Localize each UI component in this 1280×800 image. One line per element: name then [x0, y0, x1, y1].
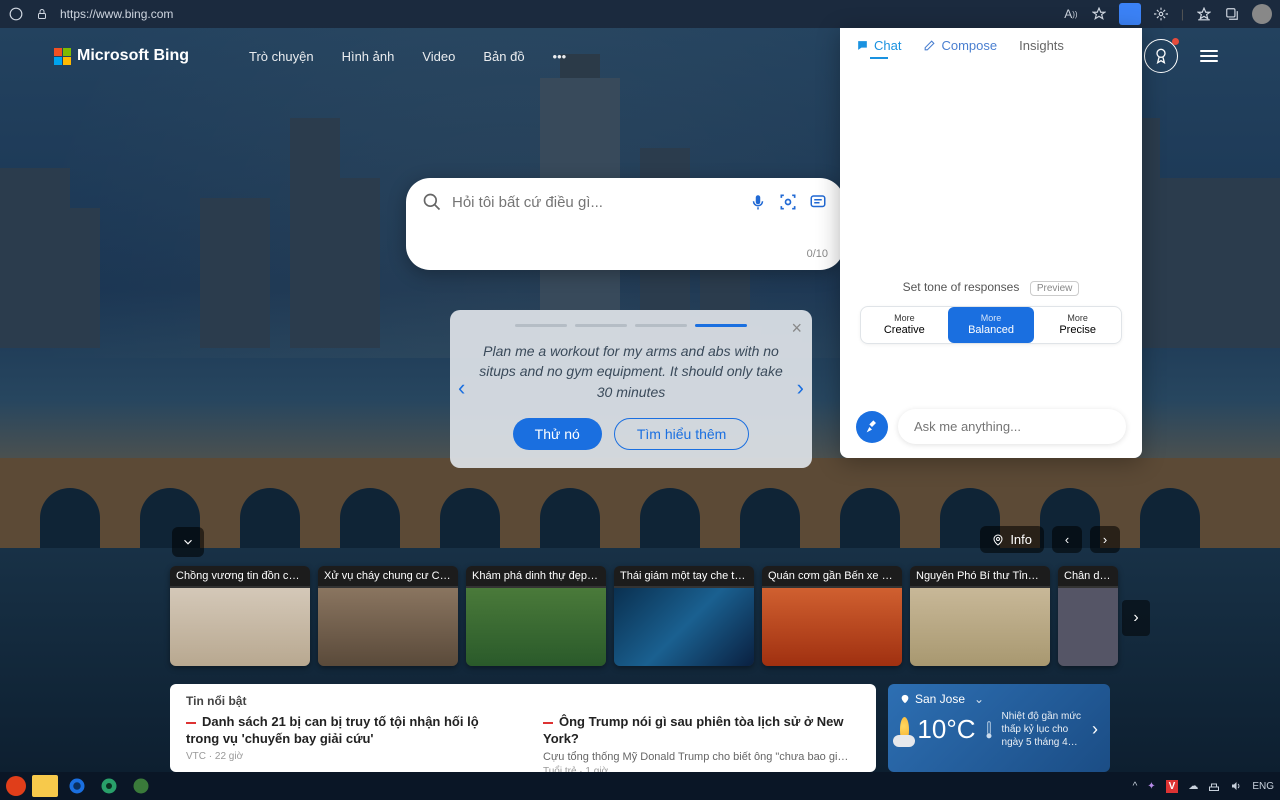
- taskbar-app[interactable]: [32, 775, 58, 797]
- tone-precise[interactable]: MorePrecise: [1034, 307, 1121, 343]
- info-prev-icon[interactable]: ‹: [1052, 526, 1082, 553]
- hamburger-menu[interactable]: [1192, 39, 1226, 73]
- headline-item[interactable]: Danh sách 21 bị can bị truy tố tội nhận …: [186, 714, 503, 777]
- carousel-card[interactable]: Thái giám một tay che trời,…: [614, 566, 754, 666]
- url-text[interactable]: https://www.bing.com: [60, 7, 1053, 21]
- headline-item[interactable]: Ông Trump nói gì sau phiên tòa lịch sử ở…: [543, 714, 860, 777]
- taskbar-app[interactable]: [128, 775, 154, 797]
- tray-network-icon[interactable]: [1208, 780, 1220, 792]
- weather-widget[interactable]: San Jose⌄ 10°C Nhiệt độ gần mức thấp kỷ …: [888, 684, 1110, 772]
- nav-images[interactable]: Hình ảnh: [342, 49, 395, 64]
- learn-more-button[interactable]: Tìm hiểu thêm: [614, 418, 749, 450]
- carousel-card[interactable]: Khám phá dinh thự đẹp nổ…: [466, 566, 606, 666]
- lock-icon: [34, 6, 50, 22]
- prompt-suggestion-card: × ‹ › Plan me a workout for my arms and …: [450, 310, 812, 468]
- prompt-next-icon[interactable]: ›: [797, 375, 804, 401]
- tab-compose[interactable]: Compose: [923, 38, 997, 53]
- chevron-down-icon[interactable]: ⌄: [974, 692, 984, 706]
- nav-more-icon[interactable]: •••: [553, 49, 567, 64]
- favorites-bar-icon[interactable]: [1196, 6, 1212, 22]
- taskbar-app[interactable]: [6, 776, 26, 796]
- tray-icon[interactable]: ✦: [1147, 781, 1155, 792]
- profile-icon[interactable]: [1252, 4, 1272, 24]
- carousel-card[interactable]: Chồng vương tin đồn cặp '…: [170, 566, 310, 666]
- tray-chevron-icon[interactable]: ^: [1133, 781, 1138, 792]
- headlines-heading: Tin nổi bật: [186, 694, 860, 708]
- info-button[interactable]: Info: [980, 526, 1044, 553]
- taskbar-app[interactable]: [96, 775, 122, 797]
- info-next-icon[interactable]: ›: [1090, 526, 1120, 553]
- prompt-text: Plan me a workout for my arms and abs wi…: [468, 341, 794, 402]
- bing-chat-icon[interactable]: [1119, 3, 1141, 25]
- favorite-icon[interactable]: [1091, 6, 1107, 22]
- try-it-button[interactable]: Thử nó: [513, 418, 602, 450]
- chat-input[interactable]: [898, 409, 1126, 444]
- nav-chat[interactable]: Trò chuyện: [249, 49, 314, 64]
- tab-chat[interactable]: Chat: [856, 38, 901, 53]
- tone-label: Set tone of responses: [903, 280, 1020, 294]
- extensions-icon[interactable]: [1153, 6, 1169, 22]
- read-aloud-icon[interactable]: A)): [1063, 6, 1079, 22]
- tab-insights[interactable]: Insights: [1019, 38, 1064, 53]
- tray-icon[interactable]: V: [1166, 780, 1179, 793]
- close-icon[interactable]: ×: [791, 318, 802, 339]
- search-counter: 0/10: [422, 248, 828, 260]
- search-input[interactable]: [452, 194, 738, 211]
- carousel-card[interactable]: Nguyên Phó Bí thư Tỉnh đo…: [910, 566, 1050, 666]
- mic-icon[interactable]: [748, 192, 768, 212]
- rewards-button[interactable]: [1144, 39, 1178, 73]
- search-icon: [422, 192, 442, 212]
- expand-down-icon[interactable]: [172, 527, 204, 557]
- prompt-progress: [468, 324, 794, 327]
- nav-video[interactable]: Video: [422, 49, 455, 64]
- prompt-prev-icon[interactable]: ‹: [458, 375, 465, 401]
- windows-taskbar: ^ ✦ V ☁ ENG: [0, 772, 1280, 800]
- weather-icon: [900, 717, 909, 743]
- news-carousel: Chồng vương tin đồn cặp '… Xử vụ cháy ch…: [170, 566, 1168, 666]
- home-icon[interactable]: [8, 6, 24, 22]
- tray-language[interactable]: ENG: [1252, 781, 1274, 792]
- carousel-card[interactable]: Quán cơm gần Bến xe Miề…: [762, 566, 902, 666]
- tone-balanced[interactable]: MoreBalanced: [948, 307, 1035, 343]
- tray-cloud-icon[interactable]: ☁: [1188, 781, 1198, 792]
- new-topic-icon[interactable]: [856, 411, 888, 443]
- brand-text: Microsoft Bing: [77, 47, 189, 65]
- headlines-block: Tin nổi bật Danh sách 21 bị can bị truy …: [170, 684, 876, 772]
- carousel-card[interactable]: Chân dung: [1058, 566, 1118, 666]
- carousel-card[interactable]: Xử vụ cháy chung cư Carin…: [318, 566, 458, 666]
- preview-badge: Preview: [1030, 281, 1080, 296]
- tone-creative[interactable]: MoreCreative: [861, 307, 948, 343]
- carousel-next-icon[interactable]: ›: [1122, 600, 1150, 636]
- bing-logo[interactable]: Microsoft Bing: [54, 47, 189, 65]
- weather-next-icon[interactable]: ›: [1092, 719, 1098, 740]
- image-search-icon[interactable]: [778, 192, 798, 212]
- nav-maps[interactable]: Bản đồ: [483, 49, 524, 64]
- browser-address-bar: https://www.bing.com A)) |: [0, 0, 1280, 28]
- chat-sidebar: Chat Compose Insights Set tone of respon…: [840, 28, 1142, 458]
- search-box: 0/10: [406, 178, 844, 270]
- tray-volume-icon[interactable]: [1230, 780, 1242, 792]
- taskbar-app[interactable]: [64, 775, 90, 797]
- chat-icon[interactable]: [808, 192, 828, 212]
- collections-icon[interactable]: [1224, 6, 1240, 22]
- thermometer-icon: [984, 720, 994, 740]
